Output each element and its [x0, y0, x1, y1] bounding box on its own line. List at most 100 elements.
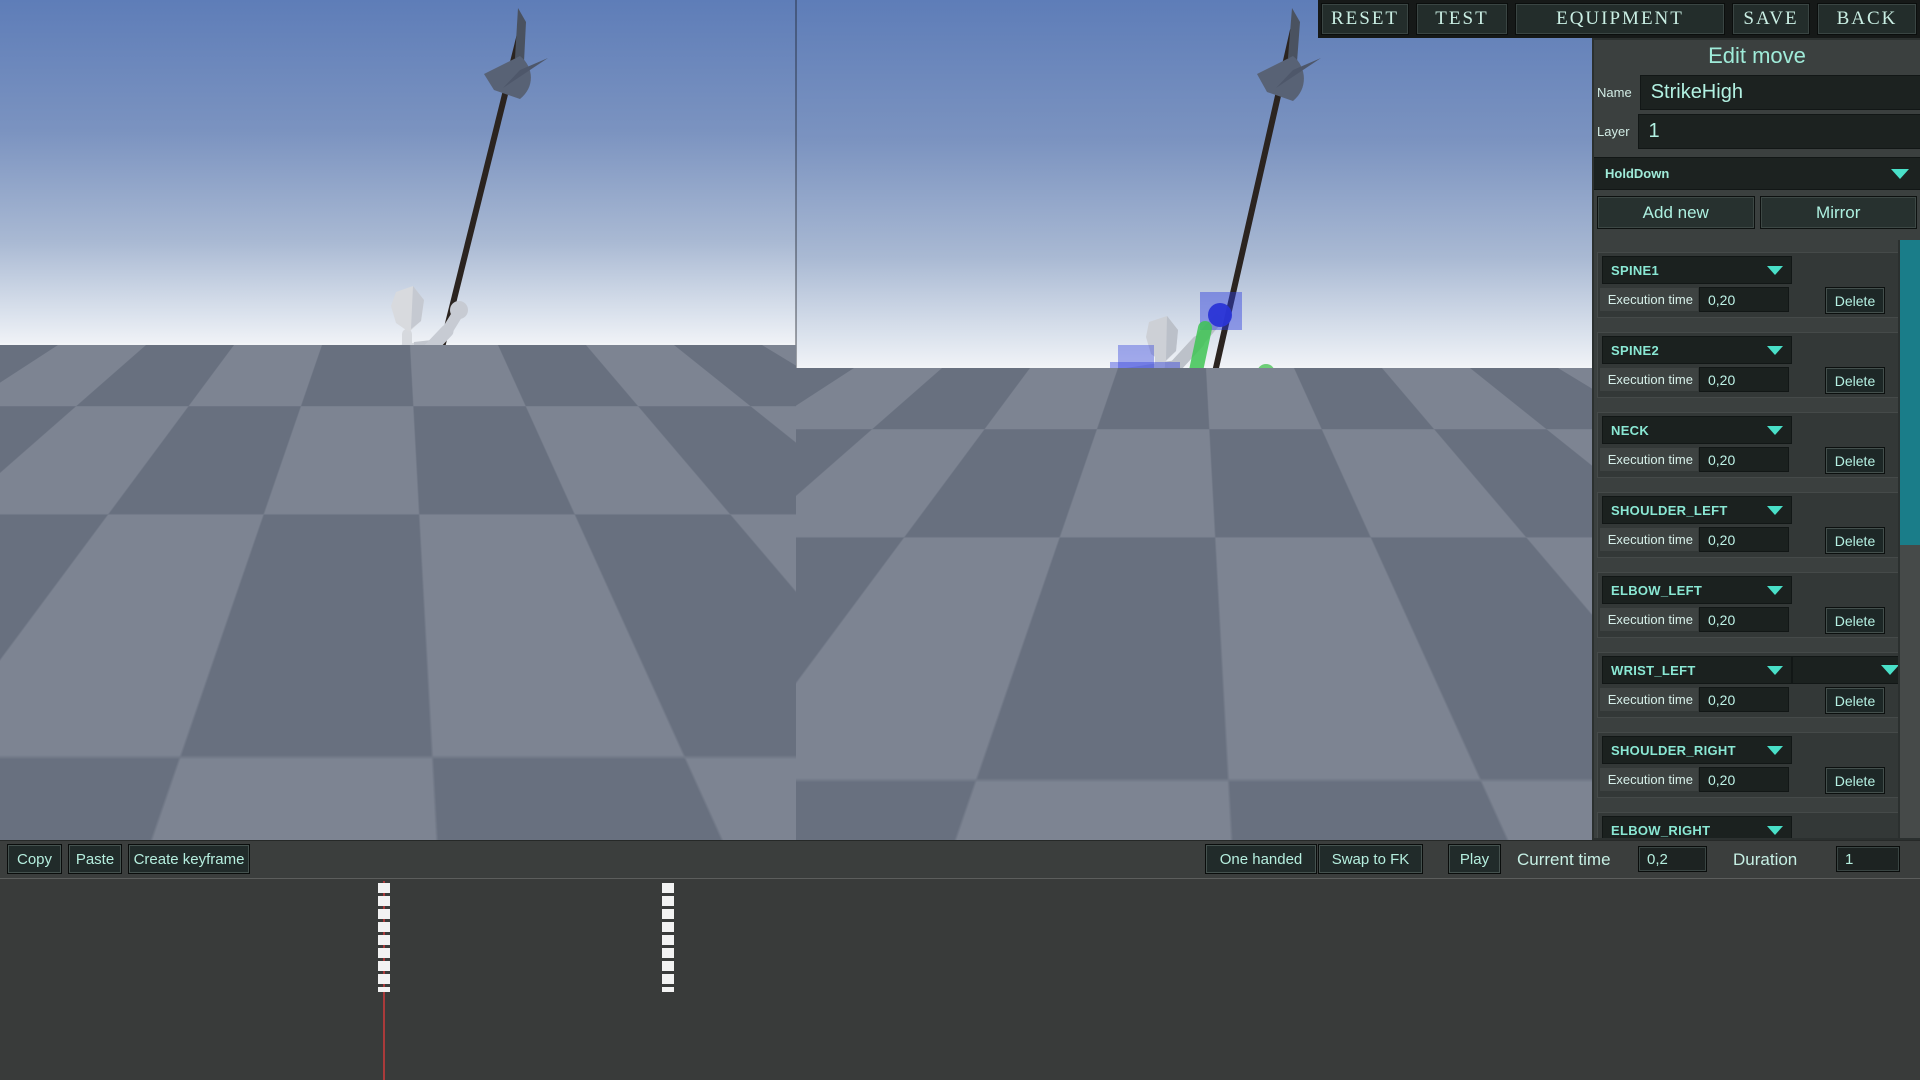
play-button[interactable]: Play: [1448, 844, 1501, 874]
top-menu-bar: RESET TEST EQUIPMENT SAVE BACK: [1318, 0, 1920, 38]
animation-move-editor: RESET TEST EQUIPMENT SAVE BACK Edit move…: [0, 0, 1920, 1080]
chevron-down-icon: [1767, 746, 1783, 755]
execution-time-input[interactable]: [1699, 767, 1789, 792]
execution-time-input[interactable]: [1699, 447, 1789, 472]
execution-time-label: Execution time: [1600, 288, 1698, 311]
layer-field-row: Layer: [1597, 113, 1917, 150]
delete-bone-button[interactable]: Delete: [1825, 607, 1885, 634]
bone-name: SHOULDER_LEFT: [1611, 503, 1728, 518]
move-name-input[interactable]: [1640, 75, 1920, 110]
chevron-down-icon: [1767, 346, 1783, 355]
bone-item: ELBOW_LEFT Execution time Delete: [1597, 572, 1899, 638]
swap-to-fk-button[interactable]: Swap to FK: [1318, 844, 1423, 874]
one-handed-button[interactable]: One handed: [1205, 844, 1317, 874]
execution-time-label: Execution time: [1600, 368, 1698, 391]
viewport-preview-left[interactable]: [0, 0, 796, 840]
execution-time-label: Execution time: [1600, 768, 1698, 791]
bone-select-dropdown[interactable]: SPINE2: [1602, 336, 1792, 364]
sky: [796, 0, 1592, 368]
bone-select-dropdown[interactable]: ELBOW_RIGHT: [1602, 816, 1792, 838]
horizon-line: [796, 366, 1592, 369]
bone-name: SPINE1: [1611, 263, 1659, 278]
delete-bone-button[interactable]: Delete: [1825, 447, 1885, 474]
bone-item: ELBOW_RIGHT Execution time Delete: [1597, 812, 1899, 838]
execution-time-input[interactable]: [1699, 367, 1789, 392]
delete-bone-button[interactable]: Delete: [1825, 527, 1885, 554]
duration-input[interactable]: [1836, 846, 1900, 872]
bone-name: NECK: [1611, 423, 1649, 438]
execution-time-label: Execution time: [1600, 688, 1698, 711]
bone-list: SPINE1 Execution time Delete SPINE2 Exec…: [1594, 245, 1902, 838]
chevron-down-icon: [1881, 665, 1899, 675]
bone-select-dropdown[interactable]: SPINE1: [1602, 256, 1792, 284]
horizon-line: [0, 343, 796, 346]
bottom-toolbar: Copy Paste Create keyframe One handed Sw…: [0, 840, 1920, 878]
vertical-scrollbar[interactable]: [1898, 240, 1920, 838]
bone-item: SPINE1 Execution time Delete: [1597, 252, 1899, 318]
bone-extra-dropdown[interactable]: [1792, 656, 1902, 684]
copy-button[interactable]: Copy: [7, 844, 62, 874]
execution-time-label: Execution time: [1600, 608, 1698, 631]
keyframe-marker[interactable]: [662, 883, 674, 992]
name-label: Name: [1597, 85, 1640, 100]
delete-bone-button[interactable]: Delete: [1825, 367, 1885, 394]
execution-time-input[interactable]: [1699, 287, 1789, 312]
timeline[interactable]: [0, 877, 1920, 1080]
bone-select-dropdown[interactable]: WRIST_LEFT: [1602, 656, 1792, 684]
sky: [0, 0, 796, 345]
bone-item: NECK Execution time Delete: [1597, 412, 1899, 478]
chevron-down-icon: [1767, 826, 1783, 835]
bone-item: SHOULDER_LEFT Execution time Delete: [1597, 492, 1899, 558]
chevron-down-icon: [1767, 586, 1783, 595]
execution-time-input[interactable]: [1699, 687, 1789, 712]
delete-bone-button[interactable]: Delete: [1825, 687, 1885, 714]
delete-bone-button[interactable]: Delete: [1825, 287, 1885, 314]
bone-item: SPINE2 Execution time Delete: [1597, 332, 1899, 398]
bone-item: SHOULDER_RIGHT Execution time Delete: [1597, 732, 1899, 798]
test-button[interactable]: TEST: [1416, 3, 1508, 35]
execution-time-input[interactable]: [1699, 527, 1789, 552]
viewport-edit-right[interactable]: [796, 0, 1592, 840]
chevron-down-icon: [1891, 169, 1909, 179]
execution-time-input[interactable]: [1699, 607, 1789, 632]
move-type-dropdown[interactable]: HoldDown: [1594, 157, 1920, 190]
bone-select-dropdown[interactable]: ELBOW_LEFT: [1602, 576, 1792, 604]
mirror-button[interactable]: Mirror: [1760, 196, 1918, 229]
execution-time-label: Execution time: [1600, 448, 1698, 471]
layer-label: Layer: [1597, 124, 1638, 139]
bone-name: SHOULDER_RIGHT: [1611, 743, 1736, 758]
chevron-down-icon: [1767, 506, 1783, 515]
current-time-input[interactable]: [1638, 846, 1707, 872]
scrollbar-thumb[interactable]: [1900, 240, 1920, 545]
ground: [0, 345, 796, 840]
panel-button-row: Add new Mirror: [1597, 196, 1917, 229]
layer-input[interactable]: [1638, 114, 1920, 149]
chevron-down-icon: [1767, 426, 1783, 435]
bone-select-dropdown[interactable]: SHOULDER_RIGHT: [1602, 736, 1792, 764]
name-field-row: Name: [1597, 74, 1917, 111]
panel-title: Edit move: [1594, 40, 1920, 72]
paste-button[interactable]: Paste: [68, 844, 122, 874]
delete-bone-button[interactable]: Delete: [1825, 767, 1885, 794]
create-keyframe-button[interactable]: Create keyframe: [128, 844, 250, 874]
bone-select-dropdown[interactable]: SHOULDER_LEFT: [1602, 496, 1792, 524]
keyframe-marker[interactable]: [378, 883, 390, 992]
chevron-down-icon: [1767, 666, 1783, 675]
current-time-label: Current time: [1517, 841, 1611, 878]
back-button[interactable]: BACK: [1817, 3, 1917, 35]
edit-move-panel: Edit move Name Layer HoldDown Add new Mi…: [1592, 38, 1920, 840]
bone-name: SPINE2: [1611, 343, 1659, 358]
execution-time-label: Execution time: [1600, 528, 1698, 551]
bone-name: ELBOW_RIGHT: [1611, 823, 1710, 838]
duration-label: Duration: [1733, 841, 1797, 878]
save-button[interactable]: SAVE: [1732, 3, 1810, 35]
bone-name: ELBOW_LEFT: [1611, 583, 1702, 598]
bone-select-dropdown[interactable]: NECK: [1602, 416, 1792, 444]
ground: [796, 368, 1592, 840]
move-type-value: HoldDown: [1605, 166, 1669, 181]
add-new-button[interactable]: Add new: [1597, 196, 1755, 229]
reset-button[interactable]: RESET: [1321, 3, 1409, 35]
viewport-divider: [795, 0, 797, 840]
chevron-down-icon: [1767, 266, 1783, 275]
equipment-button[interactable]: EQUIPMENT: [1515, 3, 1725, 35]
